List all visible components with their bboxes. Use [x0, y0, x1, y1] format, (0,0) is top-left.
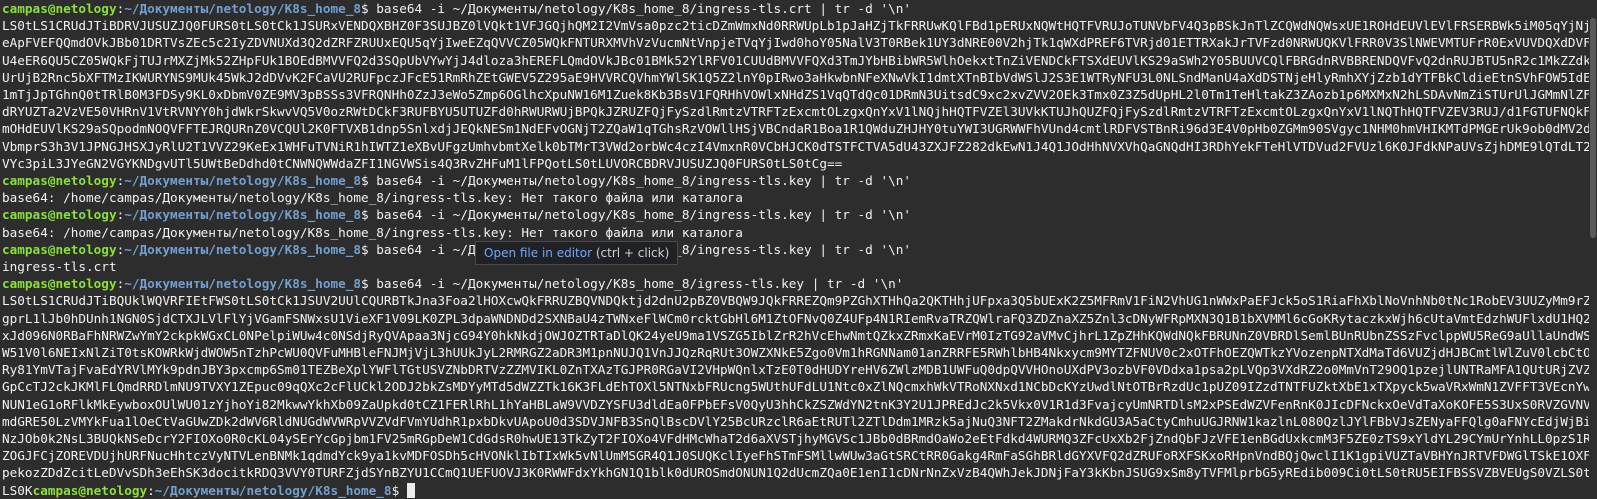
- prompt-symbol: $: [361, 276, 377, 292]
- prompt-symbol: $: [391, 482, 407, 498]
- prompt-user-host: campas@netology: [2, 1, 117, 16]
- prompt-path: ~/Документы/netology/K8s_home_8: [124, 173, 362, 189]
- prompt-symbol: $: [361, 207, 377, 223]
- prompt-symbol: $: [361, 241, 377, 257]
- prompt-path: ~/Документы/netology/K8s_home_8: [124, 1, 362, 16]
- open-file-tooltip: Open file in editor (ctrl + click): [475, 241, 679, 265]
- tooltip-hint: (ctrl + click): [595, 246, 670, 260]
- terminal-cursor: [406, 482, 415, 498]
- prompt-path: ~/Документы/netology/K8s_home_8: [124, 276, 362, 292]
- scrollbar-thumb[interactable]: [1590, 18, 1596, 238]
- command-text[interactable]: base64 -i ~/Документы/netology/K8s_home_…: [376, 276, 903, 291]
- prompt-path: ~/Документы/netology/K8s_home_8: [124, 207, 362, 223]
- command-text[interactable]: base64 -i ~/Документы/netology/K8s_home_…: [376, 173, 911, 188]
- command-line: campas@netology:~/Документы/netology/K8s…: [2, 206, 1597, 223]
- open-file-in-editor-link[interactable]: Open file in editor: [484, 246, 592, 260]
- prompt-user-host: campas@netology: [2, 207, 117, 223]
- command-text[interactable]: base64 -i ~/Документы/netology/K8s_home_…: [376, 207, 911, 222]
- command-text[interactable]: base64 -i ~/Документы/netology/K8s_home_…: [376, 1, 911, 16]
- prompt-user-host: campas@netology: [2, 241, 117, 257]
- command-line: campas@netology:~/Документы/netology/K8s…: [2, 241, 1597, 258]
- prompt-user-host: campas@netology: [32, 482, 148, 498]
- terminal-window[interactable]: campas@netology:~/Документы/netology/K8s…: [0, 0, 1597, 498]
- terminal-scrollbar[interactable]: [1589, 0, 1597, 492]
- command-output: base64: /home/campas/Документы/netology/…: [2, 224, 743, 240]
- prompt-user-host: campas@netology: [2, 173, 117, 189]
- prompt-symbol: $: [361, 1, 377, 16]
- command-line: campas@netology:~/Документы/netology/K8s…: [2, 275, 1597, 292]
- prompt-symbol: $: [361, 173, 377, 189]
- base64-output: LS0tLS1CRUdJTiBDRVJUSUZJQ0FURS0tLS0tCk1J…: [2, 18, 1591, 171]
- prompt-path: ~/Документы/netology/K8s_home_8: [124, 241, 362, 257]
- command-output: ingress-tls.crt: [2, 259, 117, 275]
- prompt-user-host: campas@netology: [2, 276, 117, 292]
- trailing-prompt: campas@netology:~/Документы/netology/K8s…: [32, 482, 415, 498]
- command-line: campas@netology:~/Документы/netology/K8s…: [2, 0, 1597, 17]
- base64-output: LS0tLS1CRUdJTiBQUklWQVRFIEtFWS0tLS0tCk1J…: [2, 293, 1591, 498]
- prompt-separator: :: [147, 482, 155, 498]
- command-line: campas@netology:~/Документы/netology/K8s…: [2, 172, 1597, 189]
- prompt-path: ~/Документы/netology/K8s_home_8: [154, 482, 392, 498]
- command-output: base64: /home/campas/Документы/netology/…: [2, 190, 743, 206]
